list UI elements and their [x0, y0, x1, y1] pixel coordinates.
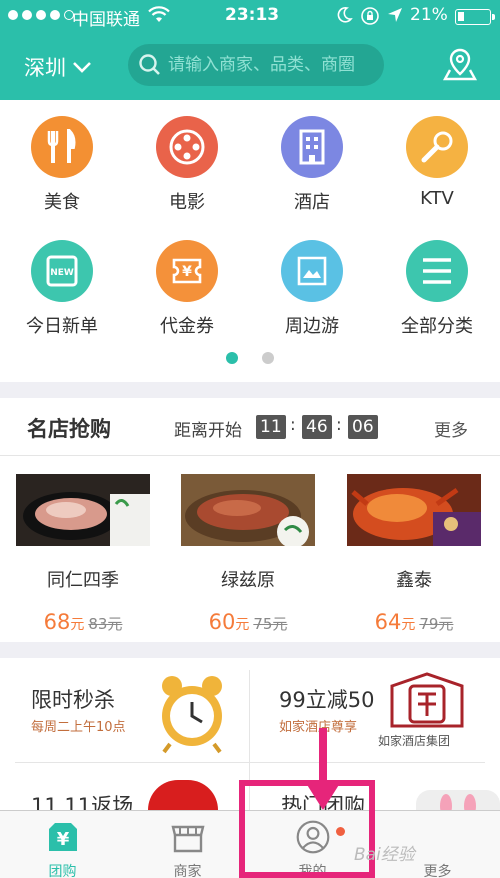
- category-label: 今日新单: [26, 316, 98, 337]
- chevron-down-icon: [73, 62, 91, 73]
- category-label: 周边游: [285, 316, 339, 337]
- current-price: 60: [208, 610, 236, 634]
- shop-name: 绿兹原: [221, 570, 275, 591]
- category-voucher[interactable]: ¥ 代金券: [132, 240, 242, 338]
- rotation-lock-icon: [361, 7, 379, 25]
- original-price: 83元: [88, 615, 123, 633]
- battery-percent: 21%: [410, 5, 448, 25]
- shop-name: 同仁四季: [47, 570, 119, 591]
- home-inn-logo: [390, 672, 464, 728]
- status-bar: 中国联通 23:13 21%: [0, 0, 500, 32]
- category-hotel[interactable]: 酒店: [257, 116, 367, 214]
- current-price: 64: [374, 610, 402, 634]
- tab-label: 团购: [48, 864, 77, 878]
- signal-strength-icon: [8, 10, 74, 20]
- clock-time: 23:13: [225, 5, 280, 25]
- watermark: Bai经验: [354, 845, 415, 865]
- page-dot-active: [226, 352, 238, 364]
- countdown-separator: :: [290, 415, 296, 435]
- ticket-icon: [281, 240, 343, 302]
- countdown-separator: :: [336, 415, 342, 435]
- category-nearby-tour[interactable]: 周边游: [257, 240, 367, 338]
- promo-subtitle: 每周二上午10点: [31, 720, 126, 735]
- category-label: 酒店: [294, 192, 330, 213]
- original-price: 79元: [419, 615, 454, 633]
- category-label: 电影: [169, 192, 205, 213]
- map-pin-icon[interactable]: [442, 46, 478, 82]
- current-price: 68: [43, 610, 71, 634]
- tab-merchants[interactable]: 商家: [125, 811, 250, 878]
- shop-card[interactable]: 同仁四季 68元 83元: [16, 474, 150, 634]
- film-reel-icon: [156, 116, 218, 178]
- location-arrow-icon: [388, 8, 402, 22]
- new-badge-icon: NEW: [31, 240, 93, 302]
- category-label: KTV: [420, 188, 454, 209]
- category-grid: 美食 电影 酒店 KTV NEW 今日新单 ¥ 代金券 周边游 全部分类: [0, 100, 500, 382]
- shop-photo: [181, 474, 315, 546]
- countdown-seconds: 06: [348, 415, 378, 439]
- category-label: 美食: [44, 192, 80, 213]
- search-input[interactable]: [168, 55, 378, 75]
- shop-card[interactable]: 绿兹原 60元 75元: [181, 474, 315, 634]
- city-selector[interactable]: 深圳: [24, 52, 92, 82]
- shop-price: 64元 79元: [347, 610, 481, 634]
- svg-text:¥: ¥: [56, 829, 69, 850]
- divider: [15, 762, 485, 763]
- search-bar[interactable]: [128, 44, 384, 86]
- alarm-clock-icon: [162, 676, 222, 754]
- shop-card[interactable]: 鑫泰 64元 79元: [347, 474, 481, 634]
- countdown-hours: 11: [256, 415, 286, 439]
- category-label: 代金券: [160, 316, 214, 337]
- original-price: 75元: [253, 615, 288, 633]
- shop-name: 鑫泰: [396, 570, 432, 591]
- tab-group-buy[interactable]: ¥ 团购: [0, 811, 125, 878]
- storefront-icon: [170, 825, 205, 853]
- wifi-icon: [148, 6, 170, 22]
- promo-red-badge: [148, 780, 218, 810]
- flash-sale-header: 名店抢购 距离开始 11 : 46 : 06 更多: [0, 398, 500, 456]
- countdown-label: 距离开始: [174, 421, 242, 441]
- promo-title: 99立减50: [279, 688, 375, 712]
- building-icon: [281, 116, 343, 178]
- shop-photo: [16, 474, 150, 546]
- svg-text:NEW: NEW: [50, 268, 74, 278]
- microphone-icon: [406, 116, 468, 178]
- menu-icon: [406, 240, 468, 302]
- svg-text:¥: ¥: [182, 264, 192, 280]
- page-indicator: [0, 352, 500, 364]
- tab-label: 商家: [173, 864, 202, 878]
- carrier-name: 中国联通: [72, 10, 140, 30]
- promo-title: 限时秒杀: [31, 688, 115, 712]
- fork-knife-icon: [31, 116, 93, 178]
- category-all[interactable]: 全部分类: [382, 240, 492, 338]
- nav-bar: 深圳: [0, 32, 500, 100]
- tag-yen-icon: ¥: [48, 823, 77, 851]
- page-dot: [262, 352, 274, 364]
- category-new-today[interactable]: NEW 今日新单: [7, 240, 117, 338]
- battery-icon: [455, 9, 495, 25]
- promo-brand: 如家酒店集团: [378, 734, 451, 748]
- countdown-minutes: 46: [302, 415, 332, 439]
- section-title: 名店抢购: [27, 417, 111, 441]
- price-unit: 元: [70, 617, 85, 633]
- category-movie[interactable]: 电影: [132, 116, 242, 214]
- city-label: 深圳: [24, 56, 66, 80]
- more-dots-icon: [420, 819, 456, 855]
- moon-icon: [337, 7, 353, 23]
- voucher-icon: ¥: [156, 240, 218, 302]
- category-label: 全部分类: [401, 316, 473, 337]
- more-link[interactable]: 更多: [434, 416, 468, 441]
- price-unit: 元: [401, 617, 416, 633]
- flash-sale-section: 名店抢购 距离开始 11 : 46 : 06 更多 同仁四季 68元 83元 绿兹…: [0, 398, 500, 642]
- price-unit: 元: [235, 617, 250, 633]
- search-icon: [139, 54, 160, 75]
- shop-photo: [347, 474, 481, 546]
- category-food[interactable]: 美食: [7, 116, 117, 214]
- shop-price: 60元 75元: [181, 610, 315, 634]
- shop-price: 68元 83元: [16, 610, 150, 634]
- category-ktv[interactable]: KTV: [382, 116, 492, 209]
